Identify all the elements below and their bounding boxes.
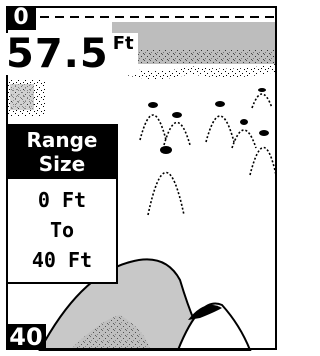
range-values: 0 Ft To 40 Ft <box>8 179 116 275</box>
bottom-depth-scale: 40 <box>6 324 46 350</box>
depth-unit: Ft <box>112 33 134 54</box>
top-depth-scale: 0 <box>6 6 36 30</box>
sonar-screen: 0 57.5 Ft Range Size 0 Ft To 40 Ft 40 <box>0 0 284 356</box>
range-upper-value[interactable]: 40 Ft <box>8 245 116 275</box>
range-separator: To <box>49 218 75 242</box>
range-title-line1: Range <box>26 128 98 152</box>
range-panel-title: Range Size <box>8 126 116 179</box>
depth-readout: 57.5 Ft <box>4 33 138 75</box>
range-size-panel[interactable]: Range Size 0 Ft To 40 Ft <box>6 124 118 284</box>
range-lower-value[interactable]: 0 Ft <box>8 185 116 215</box>
range-title-line2: Size <box>38 152 86 176</box>
depth-value: 57.5 <box>6 31 109 77</box>
